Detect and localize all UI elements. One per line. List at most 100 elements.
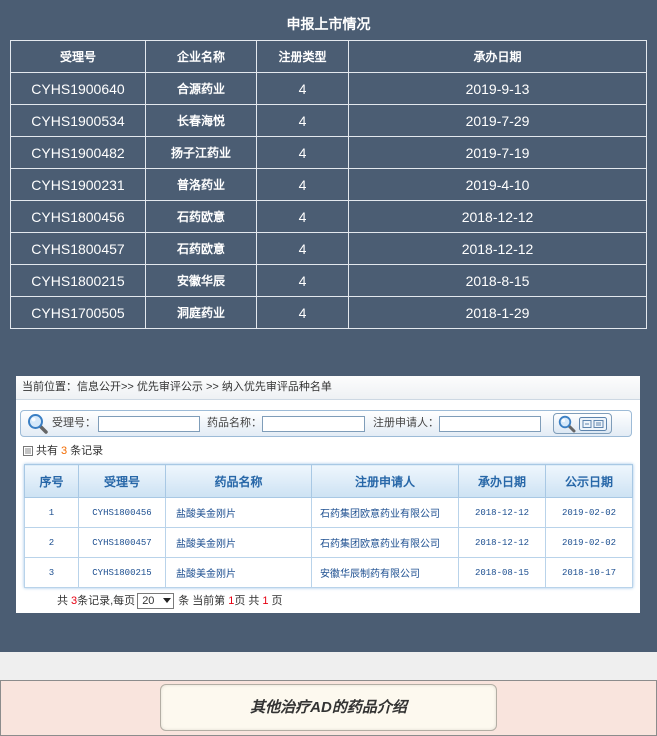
drug-name-cell: 盐酸美金刚片 — [165, 527, 312, 558]
other-ad-drugs-button[interactable]: 其他治疗AD的药品介绍 — [160, 684, 497, 731]
column-header-accept-no: 受理号 — [10, 40, 146, 73]
company-cell: 普洛药业 — [145, 168, 257, 201]
query-icon — [579, 416, 607, 431]
reg-type-cell: 4 — [256, 232, 349, 265]
drug-name-cell: 盐酸美金刚片 — [165, 557, 312, 588]
accept-no-cell: CYHS1900534 — [10, 104, 146, 137]
pagination-current-prefix: 当前第 — [192, 595, 226, 607]
accept-no-cell: CYHS1800215 — [78, 557, 166, 588]
date-cell: 2019-9-13 — [348, 72, 647, 105]
priority-review-table: 序号 受理号 药品名称 注册申请人 承办日期 公示日期 1 CYHS180045… — [24, 464, 633, 588]
column-header-undertake-date: 承办日期 — [458, 464, 546, 498]
column-header-date: 承办日期 — [348, 40, 647, 73]
accept-no-label: 受理号： — [52, 417, 96, 429]
column-header-drug-name: 药品名称 — [165, 464, 312, 498]
undertake-date-cell: 2018-12-12 — [458, 497, 546, 528]
drug-name-label: 药品名称： — [207, 417, 262, 429]
applicant-cell: 石药集团欧意药业有限公司 — [311, 527, 459, 558]
page-size-select[interactable]: 20 — [137, 593, 175, 609]
pagination-total-prefix: 共 — [57, 595, 68, 607]
undertake-date-cell: 2018-08-15 — [458, 557, 546, 588]
reg-type-cell: 4 — [256, 136, 349, 169]
section-divider — [0, 652, 657, 680]
page-size-value: 20 — [142, 595, 155, 607]
company-cell: 长春海悦 — [145, 104, 257, 137]
pagination-total-pages: 1 — [262, 595, 269, 607]
table-row: 2 CYHS1800457 盐酸美金刚片 石药集团欧意药业有限公司 2018-1… — [24, 527, 633, 558]
column-header-index: 序号 — [24, 464, 79, 498]
drug-name-cell: 盐酸美金刚片 — [165, 497, 312, 528]
applicant-cell: 安徽华辰制药有限公司 — [311, 557, 459, 588]
column-header-company: 企业名称 — [145, 40, 257, 73]
accept-no-cell: CYHS1900231 — [10, 168, 146, 201]
pagination: 共 3 条记录,每页 20 条 当前第 1 页 共 1 页 — [57, 593, 282, 609]
breadcrumb: 当前位置：信息公开>> 优先审评公示 >> 纳入优先审评品种名单 — [16, 376, 640, 400]
company-cell: 扬子江药业 — [145, 136, 257, 169]
date-cell: 2018-8-15 — [348, 264, 647, 297]
market-row: CYHS1900640 合源药业 4 2019-9-13 — [10, 72, 647, 105]
applicant-input[interactable] — [439, 416, 541, 432]
company-cell: 合源药业 — [145, 72, 257, 105]
market-row: CYHS1800457 石药欧意 4 2018-12-12 — [10, 232, 647, 265]
record-summary: 共有 3 条记录 — [23, 444, 103, 458]
priority-review-panel: 当前位置：信息公开>> 优先审评公示 >> 纳入优先审评品种名单 受理号： 药品… — [16, 376, 640, 613]
reg-type-cell: 4 — [256, 200, 349, 233]
records-header-row: 序号 受理号 药品名称 注册申请人 承办日期 公示日期 — [24, 464, 633, 498]
pagination-current-suffix: 页 — [234, 595, 246, 607]
market-table: 受理号 企业名称 注册类型 承办日期 CYHS1900640 合源药业 4 20… — [10, 40, 647, 329]
date-cell: 2018-12-12 — [348, 232, 647, 265]
market-title: 申报上市情况 — [286, 16, 371, 32]
publicity-date-cell: 2019-02-02 — [545, 527, 633, 558]
table-row: 3 CYHS1800215 盐酸美金刚片 安徽华辰制药有限公司 2018-08-… — [24, 557, 633, 588]
date-cell: 2019-7-29 — [348, 104, 647, 137]
market-row: CYHS1900534 长春海悦 4 2019-7-29 — [10, 104, 647, 137]
pagination-page-size-unit: 条 — [178, 595, 190, 607]
market-row: CYHS1800215 安徽华辰 4 2018-8-15 — [10, 264, 647, 297]
chevron-down-icon — [163, 598, 172, 604]
accept-no-input[interactable] — [98, 416, 200, 432]
record-summary-suffix: 条记录 — [70, 445, 104, 457]
search-bar: 受理号： 药品名称： 注册申请人： — [20, 410, 632, 437]
drug-name-input[interactable] — [262, 416, 365, 432]
column-header-accept-no: 受理号 — [78, 464, 166, 498]
accept-no-cell: CYHS1800457 — [10, 232, 146, 265]
reg-type-cell: 4 — [256, 168, 349, 201]
market-row: CYHS1900231 普洛药业 4 2019-4-10 — [10, 168, 647, 201]
reg-type-cell: 4 — [256, 264, 349, 297]
accept-no-cell: CYHS1900482 — [10, 136, 146, 169]
column-header-publicity-date: 公示日期 — [545, 464, 633, 498]
publicity-date-cell: 2018-10-17 — [545, 557, 633, 588]
publicity-date-cell: 2019-02-02 — [545, 497, 633, 528]
pagination-pages-prefix: 共 — [248, 595, 260, 607]
list-icon — [23, 446, 33, 456]
company-cell: 洞庭药业 — [145, 296, 257, 329]
date-cell: 2018-12-12 — [348, 200, 647, 233]
search-button[interactable] — [553, 413, 612, 434]
accept-no-cell: CYHS1800456 — [10, 200, 146, 233]
related-links-panel: 其他治疗AD的药品介绍 — [0, 680, 657, 736]
market-row: CYHS1800456 石药欧意 4 2018-12-12 — [10, 200, 647, 233]
accept-no-cell: CYHS1800215 — [10, 264, 146, 297]
market-row: CYHS1900482 扬子江药业 4 2019-7-19 — [10, 136, 647, 169]
index-cell: 3 — [24, 557, 79, 588]
column-header-reg-type: 注册类型 — [256, 40, 349, 73]
company-cell: 安徽华辰 — [145, 264, 257, 297]
index-cell: 1 — [24, 497, 79, 528]
date-cell: 2018-1-29 — [348, 296, 647, 329]
company-cell: 石药欧意 — [145, 200, 257, 233]
record-count: 3 — [61, 445, 68, 457]
accept-no-cell: CYHS1700505 — [10, 296, 146, 329]
company-cell: 石药欧意 — [145, 232, 257, 265]
reg-type-cell: 4 — [256, 72, 349, 105]
market-header-row: 受理号 企业名称 注册类型 承办日期 — [10, 40, 647, 73]
date-cell: 2019-4-10 — [348, 168, 647, 201]
market-section: 申报上市情况 受理号 企业名称 注册类型 承办日期 CYHS1900640 合源… — [0, 0, 657, 652]
accept-no-cell: CYHS1800457 — [78, 527, 166, 558]
magnifier-icon — [558, 415, 576, 433]
table-row: 1 CYHS1800456 盐酸美金刚片 石药集团欧意药业有限公司 2018-1… — [24, 497, 633, 528]
accept-no-cell: CYHS1800456 — [78, 497, 166, 528]
accept-no-cell: CYHS1900640 — [10, 72, 146, 105]
record-summary-prefix: 共有 — [36, 445, 58, 457]
pagination-per-page-label: 条记录,每页 — [77, 595, 136, 607]
reg-type-cell: 4 — [256, 296, 349, 329]
